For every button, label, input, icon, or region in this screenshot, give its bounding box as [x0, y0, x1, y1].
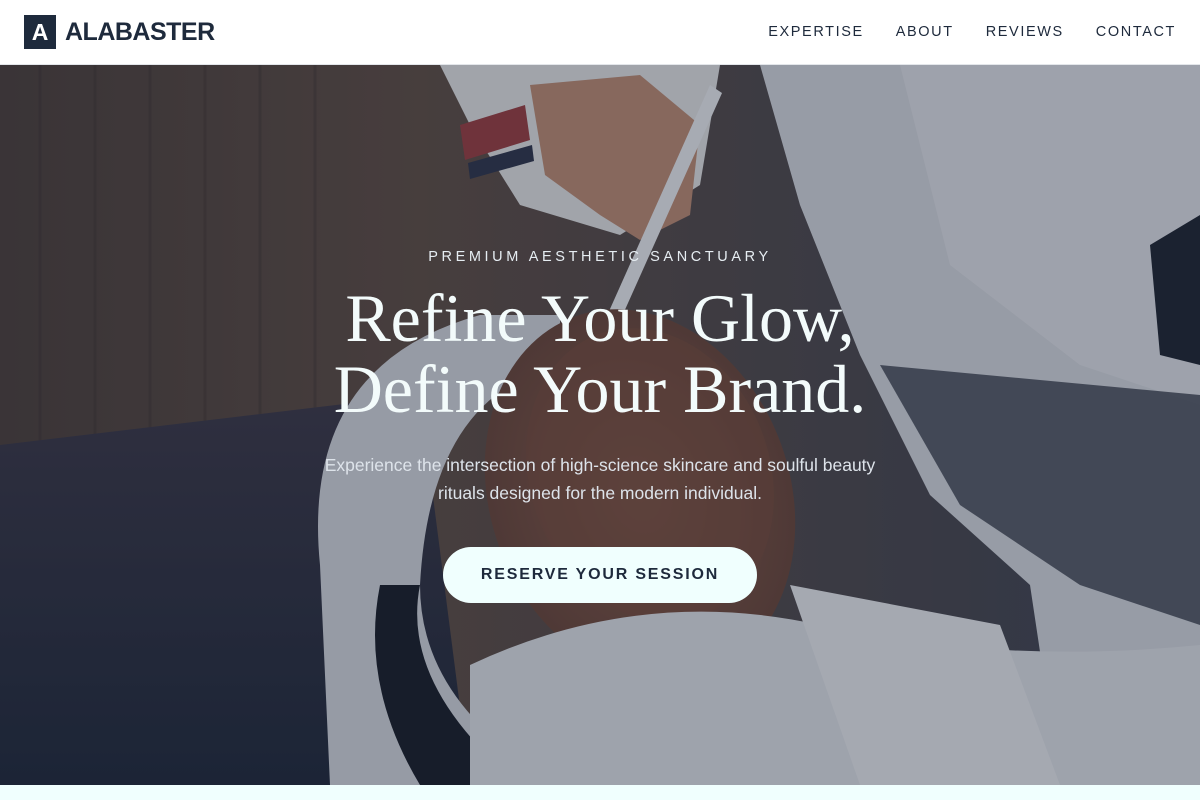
hero-subhead: Experience the intersection of high-scie… [324, 455, 876, 503]
hero-headline-line-1: Refine Your Glow, [345, 280, 855, 356]
site-header: A ALABASTER EXPERTISE ABOUT REVIEWS CONT… [0, 0, 1200, 65]
logo-mark: A [24, 15, 56, 49]
hero-eyebrow: PREMIUM AESTHETIC SANCTUARY [428, 249, 772, 265]
reserve-session-button[interactable]: RESERVE YOUR SESSION [443, 547, 757, 603]
hero-content: PREMIUM AESTHETIC SANCTUARY Refine Your … [0, 65, 1200, 785]
hero-section: PREMIUM AESTHETIC SANCTUARY Refine Your … [0, 65, 1200, 785]
brand-name: ALABASTER [65, 17, 215, 46]
nav-link-contact[interactable]: CONTACT [1096, 24, 1176, 40]
hero-headline: Refine Your Glow, Define Your Brand. [334, 283, 867, 425]
next-section-strip [0, 785, 1200, 800]
nav-link-about[interactable]: ABOUT [896, 24, 954, 40]
brand[interactable]: A ALABASTER [24, 15, 215, 49]
hero-headline-line-2: Define Your Brand. [333, 351, 867, 427]
nav-link-reviews[interactable]: REVIEWS [986, 24, 1064, 40]
nav-link-expertise[interactable]: EXPERTISE [768, 24, 864, 40]
main-nav: EXPERTISE ABOUT REVIEWS CONTACT [768, 24, 1176, 40]
